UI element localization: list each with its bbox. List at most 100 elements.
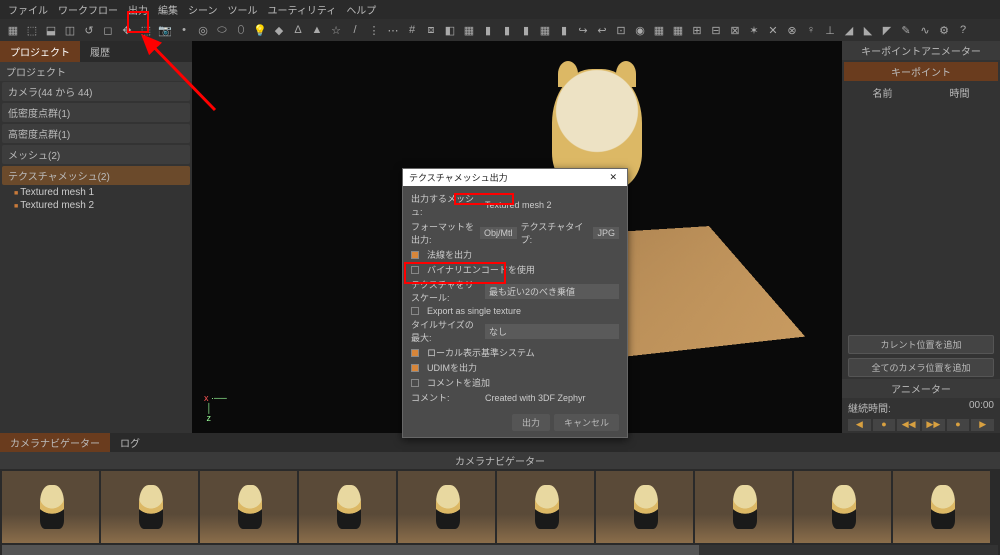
camera-thumbnail[interactable] — [299, 471, 396, 543]
camera-thumbnail[interactable] — [2, 471, 99, 543]
toolbar-button-18[interactable]: / — [346, 21, 364, 39]
toolbar-button-50[interactable]: ? — [954, 21, 972, 39]
toolbar-button-22[interactable]: ⧈ — [422, 21, 440, 39]
textype-select[interactable]: JPG — [593, 227, 619, 239]
anim-ctrl-2[interactable]: ◀◀ — [897, 419, 920, 431]
binary-checkbox[interactable] — [411, 266, 419, 274]
toolbar-button-28[interactable]: ▦ — [536, 21, 554, 39]
camera-thumbnail[interactable] — [596, 471, 693, 543]
toolbar-button-3[interactable]: ◫ — [61, 21, 79, 39]
camera-thumbnail[interactable] — [794, 471, 891, 543]
tree-leaf[interactable]: Textured mesh 1 — [0, 186, 192, 199]
comment-checkbox[interactable] — [411, 379, 419, 387]
maxsize-select[interactable]: なし — [485, 324, 619, 339]
tab-project[interactable]: プロジェクト — [0, 41, 80, 62]
anim-ctrl-3[interactable]: ▶▶ — [922, 419, 945, 431]
local-crs-checkbox[interactable] — [411, 349, 419, 357]
tree-sparse[interactable]: 低密度点群(1) — [2, 103, 190, 122]
tree-dense[interactable]: 高密度点群(1) — [2, 124, 190, 143]
toolbar-button-20[interactable]: ⋯ — [384, 21, 402, 39]
menu-item[interactable]: ユーティリティ — [268, 2, 337, 17]
camera-thumbnail[interactable] — [695, 471, 792, 543]
toolbar-button-4[interactable]: ↺ — [80, 21, 98, 39]
toolbar-button-27[interactable]: ▮ — [517, 21, 535, 39]
toolbar-button-10[interactable]: ◎ — [194, 21, 212, 39]
toolbar-button-33[interactable]: ◉ — [631, 21, 649, 39]
toolbar-button-17[interactable]: ☆ — [327, 21, 345, 39]
toolbar-button-6[interactable]: ✥ — [118, 21, 136, 39]
toolbar-button-8[interactable]: 📷 — [156, 21, 174, 39]
toolbar-button-41[interactable]: ⊗ — [783, 21, 801, 39]
toolbar-button-26[interactable]: ▮ — [498, 21, 516, 39]
toolbar-button-45[interactable]: ◣ — [859, 21, 877, 39]
tree-mesh[interactable]: メッシュ(2) — [2, 145, 190, 164]
toolbar-button-35[interactable]: ▦ — [669, 21, 687, 39]
toolbar-button-37[interactable]: ⊟ — [707, 21, 725, 39]
udim-checkbox[interactable] — [411, 364, 419, 372]
toolbar-button-48[interactable]: ∿ — [916, 21, 934, 39]
toolbar-button-32[interactable]: ⊡ — [612, 21, 630, 39]
tab-history[interactable]: 履歴 — [80, 41, 120, 62]
toolbar-button-47[interactable]: ✎ — [897, 21, 915, 39]
menu-item[interactable]: 編集 — [158, 2, 178, 17]
tab-log[interactable]: ログ — [110, 433, 150, 452]
toolbar-button-21[interactable]: # — [403, 21, 421, 39]
toolbar-button-23[interactable]: ◧ — [441, 21, 459, 39]
toolbar-button-29[interactable]: ▮ — [555, 21, 573, 39]
camera-thumbnail[interactable] — [101, 471, 198, 543]
menu-item[interactable]: ファイル — [8, 2, 48, 17]
add-current-pos-button[interactable]: カレント位置を追加 — [848, 335, 994, 354]
toolbar-button-2[interactable]: ⬓ — [42, 21, 60, 39]
toolbar-button-0[interactable]: ▦ — [4, 21, 22, 39]
thumb-scrollbar[interactable] — [2, 545, 998, 555]
single-tex-checkbox[interactable] — [411, 307, 419, 315]
menu-item[interactable]: 出力 — [128, 2, 148, 17]
toolbar-button-1[interactable]: ⬚ — [23, 21, 41, 39]
menu-item[interactable]: シーン — [188, 2, 218, 17]
tab-camera-nav[interactable]: カメラナビゲーター — [0, 433, 110, 452]
toolbar-button-44[interactable]: ◢ — [840, 21, 858, 39]
toolbar-button-38[interactable]: ⊠ — [726, 21, 744, 39]
mesh-value[interactable]: Textured mesh 2 — [485, 200, 619, 210]
scrollbar-handle[interactable] — [2, 545, 699, 555]
anim-ctrl-0[interactable]: ◀ — [848, 419, 871, 431]
toolbar-button-5[interactable]: ◻ — [99, 21, 117, 39]
export-button[interactable]: 出力 — [512, 414, 550, 431]
toolbar-button-43[interactable]: ⊥ — [821, 21, 839, 39]
camera-thumbnail[interactable] — [893, 471, 990, 543]
cancel-button[interactable]: キャンセル — [554, 414, 619, 431]
anim-ctrl-5[interactable]: ▶ — [971, 419, 994, 431]
anim-ctrl-4[interactable]: ● — [947, 419, 970, 431]
toolbar-button-39[interactable]: ✶ — [745, 21, 763, 39]
close-icon[interactable]: ✕ — [605, 172, 621, 183]
toolbar-button-40[interactable]: ✕ — [764, 21, 782, 39]
toolbar-button-12[interactable]: ⬯ — [232, 21, 250, 39]
format-select[interactable]: Obj/Mtl — [480, 227, 517, 239]
toolbar-button-46[interactable]: ◤ — [878, 21, 896, 39]
camera-thumbnail[interactable] — [200, 471, 297, 543]
toolbar-button-24[interactable]: ▦ — [460, 21, 478, 39]
toolbar-button-13[interactable]: 💡 — [251, 21, 269, 39]
normals-checkbox[interactable] — [411, 251, 419, 259]
toolbar-button-34[interactable]: ▦ — [650, 21, 668, 39]
add-all-cam-button[interactable]: 全てのカメラ位置を追加 — [848, 358, 994, 377]
toolbar-button-7[interactable]: ⬚ — [137, 21, 155, 39]
toolbar-button-42[interactable]: ♀ — [802, 21, 820, 39]
tree-leaf[interactable]: Textured mesh 2 — [0, 199, 192, 212]
rescale-select[interactable]: 最も近い2のべき乗値 — [485, 284, 619, 299]
camera-thumbnail[interactable] — [398, 471, 495, 543]
toolbar-button-49[interactable]: ⚙ — [935, 21, 953, 39]
toolbar-button-15[interactable]: Δ — [289, 21, 307, 39]
toolbar-button-31[interactable]: ↩ — [593, 21, 611, 39]
toolbar-button-25[interactable]: ▮ — [479, 21, 497, 39]
camera-thumbnail[interactable] — [497, 471, 594, 543]
toolbar-button-14[interactable]: ◆ — [270, 21, 288, 39]
menu-item[interactable]: ツール — [228, 2, 258, 17]
toolbar-button-19[interactable]: ⋮ — [365, 21, 383, 39]
tree-textured-mesh[interactable]: テクスチャメッシュ(2) — [2, 166, 190, 185]
toolbar-button-30[interactable]: ↪ — [574, 21, 592, 39]
anim-ctrl-1[interactable]: ● — [873, 419, 896, 431]
tree-cameras[interactable]: カメラ(44 から 44) — [2, 82, 190, 101]
dialog-titlebar[interactable]: テクスチャメッシュ出力 ✕ — [403, 169, 627, 186]
toolbar-button-9[interactable]: • — [175, 21, 193, 39]
